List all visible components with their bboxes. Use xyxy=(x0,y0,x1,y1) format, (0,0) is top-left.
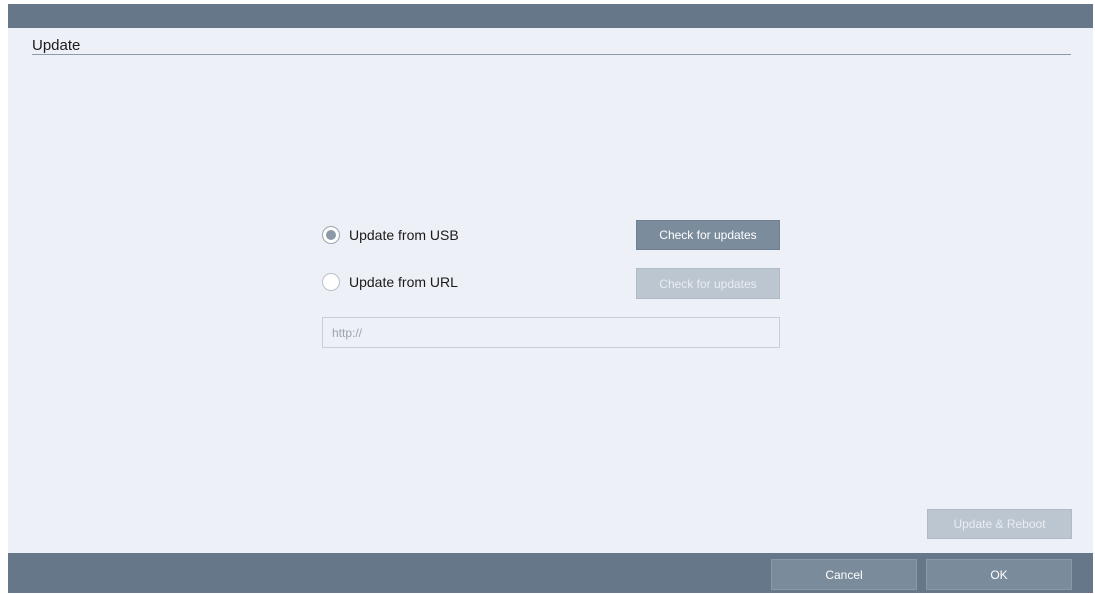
update-reboot-button[interactable]: Update & Reboot xyxy=(927,509,1072,539)
update-dialog: Update Update from USB Check for updates… xyxy=(8,4,1093,593)
usb-check-updates-button[interactable]: Check for updates xyxy=(636,220,780,250)
radio-selected-dot xyxy=(326,230,336,240)
cancel-button[interactable]: Cancel xyxy=(771,559,917,590)
footer-bar: Cancel OK xyxy=(8,553,1093,593)
page-title: Update xyxy=(32,37,81,54)
title-divider xyxy=(32,54,1071,55)
url-radio[interactable] xyxy=(322,273,340,291)
usb-option-label: Update from USB xyxy=(349,227,459,243)
url-option-row[interactable]: Update from URL xyxy=(322,273,458,291)
ok-button[interactable]: OK xyxy=(926,559,1072,590)
top-bar xyxy=(8,4,1093,28)
usb-option-row[interactable]: Update from USB xyxy=(322,226,459,244)
url-check-updates-button[interactable]: Check for updates xyxy=(636,268,780,299)
url-input[interactable] xyxy=(322,317,780,348)
usb-radio[interactable] xyxy=(322,226,340,244)
url-option-label: Update from URL xyxy=(349,274,458,290)
